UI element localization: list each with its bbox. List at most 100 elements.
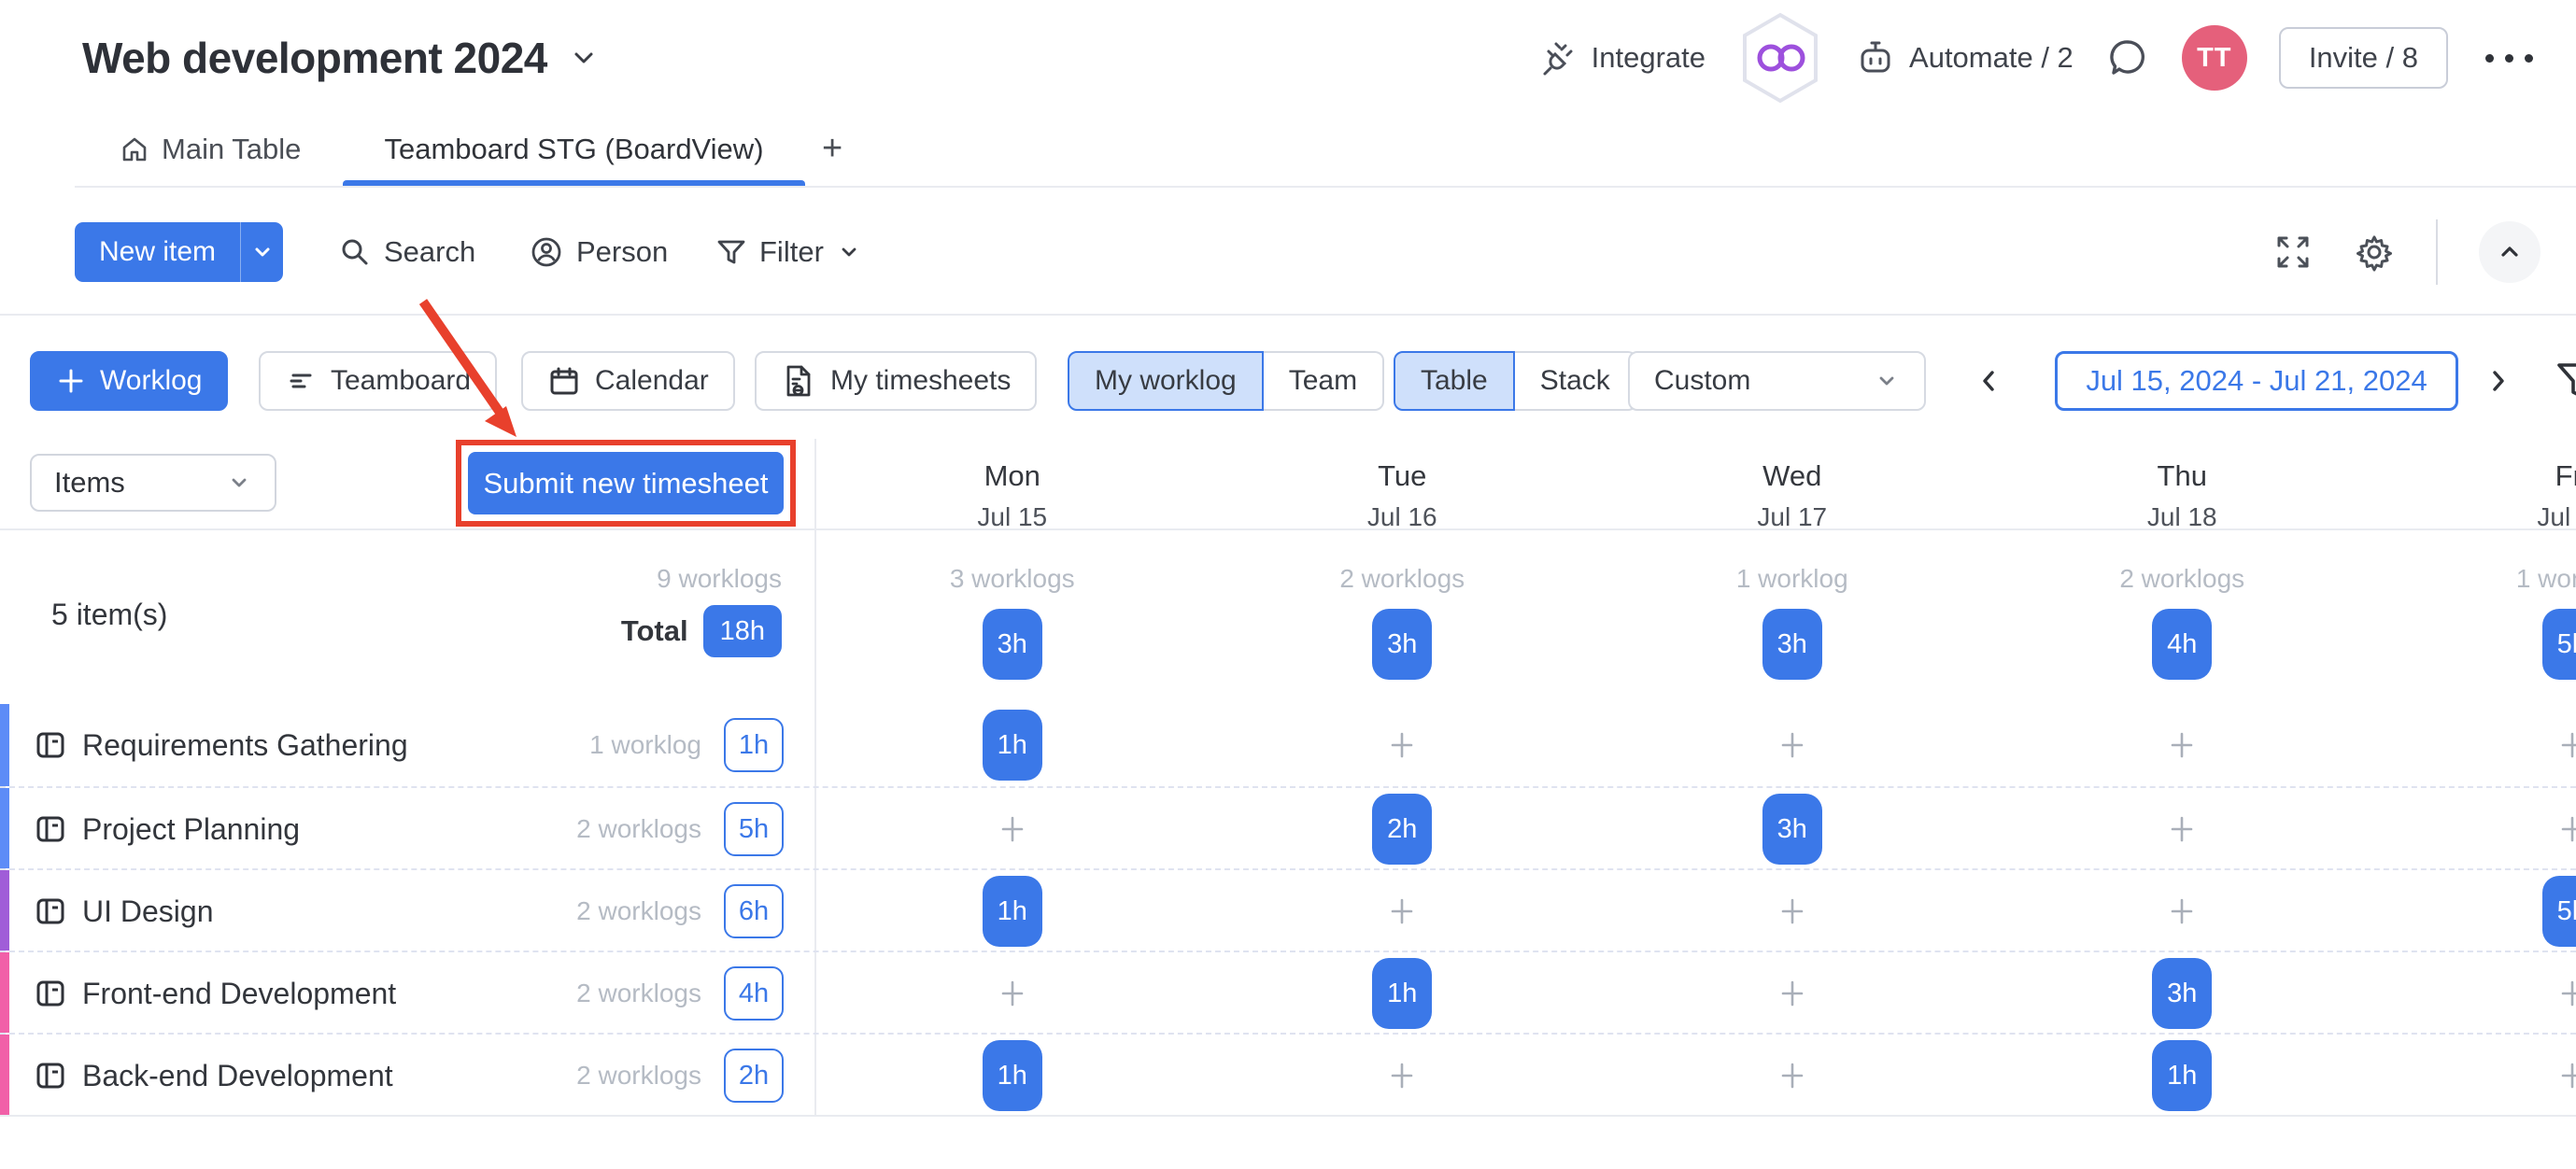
table-row[interactable]: UI Design 2 worklogs 6h 1h 5h [0, 868, 2576, 951]
board-page: Web development 2024 Integrate Automate … [0, 0, 2576, 1169]
person-filter-button[interactable]: Person [529, 222, 668, 282]
worklog-cell[interactable]: 5h [2377, 870, 2576, 952]
table-row[interactable]: Front-end Development 2 worklogs 4h 1h 3… [0, 951, 2576, 1033]
item-total-badge[interactable]: 4h [724, 966, 784, 1021]
item-total-badge[interactable]: 2h [724, 1049, 784, 1103]
add-worklog-icon [2165, 812, 2199, 846]
item-worklog-count: 2 worklogs [576, 1061, 701, 1090]
automate-label: Automate / 2 [1909, 41, 2074, 74]
search-button[interactable]: Search [338, 222, 475, 282]
chevron-up-icon [2501, 246, 2518, 257]
automate-button[interactable]: Automate / 2 [1855, 37, 2074, 78]
add-worklog-button[interactable]: Worklog [30, 351, 229, 411]
item-total-badge[interactable]: 5h [724, 802, 784, 856]
table-row[interactable]: Project Planning 2 worklogs 5h 2h 3h [0, 786, 2576, 868]
worklog-cell[interactable] [1208, 1035, 1598, 1117]
day-total-badge: 5h [2541, 609, 2576, 680]
more-options-icon[interactable] [2480, 53, 2539, 63]
total-hours-badge: 18h [702, 605, 782, 657]
fullscreen-icon[interactable] [2273, 232, 2313, 272]
invite-button[interactable]: Invite / 8 [2278, 27, 2448, 89]
submit-new-timesheet-button[interactable]: Submit new timesheet [468, 452, 784, 514]
item-total-badge[interactable]: 6h [724, 884, 784, 938]
home-icon [120, 134, 149, 164]
worklog-cell[interactable] [2377, 788, 2576, 870]
page-title: Web development 2024 [82, 34, 547, 82]
chat-icon[interactable] [2105, 35, 2150, 80]
toolbar-right [2273, 218, 2541, 286]
day-total-badge: 3h [1762, 609, 1822, 680]
add-worklog-icon [996, 977, 1029, 1010]
my-timesheets-button[interactable]: My timesheets [755, 351, 1038, 411]
worklog-cell[interactable] [1988, 788, 2378, 870]
add-tab-button[interactable]: + [822, 129, 842, 169]
tab-main-table-label: Main Table [162, 133, 302, 165]
item-name[interactable]: Front-end Development [82, 977, 396, 1011]
worklog-cell[interactable]: 1h [1208, 952, 1598, 1035]
worklog-cell[interactable] [1988, 704, 2378, 786]
items-selector[interactable]: Items [30, 454, 276, 512]
item-name[interactable]: Requirements Gathering [82, 728, 408, 763]
new-item-button[interactable]: New item [75, 222, 284, 282]
table-row[interactable]: Requirements Gathering 1 worklog 1h 1h [0, 704, 2576, 786]
worklog-cell[interactable] [1988, 870, 2378, 952]
chevron-down-icon[interactable] [568, 42, 600, 74]
previous-week-button[interactable] [1969, 360, 2010, 401]
worklog-cell[interactable] [1597, 1035, 1988, 1117]
item-name[interactable]: Back-end Development [82, 1059, 393, 1093]
toolbar-bottom-line [0, 314, 2576, 316]
worklog-cell[interactable] [817, 952, 1208, 1035]
item-worklog-count: 2 worklogs [576, 896, 701, 925]
period-select[interactable]: Custom [1628, 351, 1926, 411]
worklog-cell[interactable] [1597, 704, 1988, 786]
worklog-cell[interactable]: 1h [1988, 1035, 2378, 1117]
item-name[interactable]: UI Design [82, 894, 214, 929]
item-total-badge[interactable]: 1h [724, 718, 784, 772]
layout-stack[interactable]: Stack [1514, 351, 1637, 411]
board-title-wrap[interactable]: Web development 2024 [82, 33, 600, 83]
filter-button[interactable]: Filter [715, 222, 862, 282]
worklog-cell[interactable]: 1h [817, 870, 1208, 952]
collapse-header-button[interactable] [2479, 221, 2541, 283]
worklog-cell[interactable]: 1h [817, 704, 1208, 786]
table-row[interactable]: Back-end Development 2 worklogs 2h 1h 1h [0, 1033, 2576, 1115]
item-name[interactable]: Project Planning [82, 812, 300, 847]
scope-my-worklog[interactable]: My worklog [1068, 351, 1264, 411]
avatar[interactable]: TT [2181, 25, 2247, 91]
day-summary: 3 worklogs 3h [817, 530, 1208, 680]
scope-team[interactable]: Team [1263, 351, 1385, 411]
worklog-cell[interactable] [2377, 1035, 2576, 1117]
header-actions: Integrate Automate / 2 TT Invite / 8 [1539, 11, 2539, 105]
new-item-caret[interactable] [240, 222, 283, 282]
chevron-down-icon [1879, 376, 1894, 386]
worklog-cell[interactable] [817, 788, 1208, 870]
date-range-picker[interactable]: Jul 15, 2024 - Jul 21, 2024 [2055, 351, 2458, 411]
tab-main-table[interactable]: Main Table [120, 133, 301, 166]
worklog-cell[interactable]: 1h [817, 1035, 1208, 1117]
worklog-cell[interactable]: 2h [1208, 788, 1598, 870]
worklog-cell[interactable] [2377, 952, 2576, 1035]
next-week-button[interactable] [2477, 360, 2518, 401]
chevron-down-icon [232, 478, 247, 487]
filter-funnel-icon[interactable] [2554, 357, 2576, 405]
avatar-initials: TT [2197, 42, 2232, 73]
worklog-cell[interactable]: 3h [1597, 788, 1988, 870]
integration-badge[interactable] [1737, 11, 1823, 105]
worklog-cell[interactable] [1208, 870, 1598, 952]
tab-board-view[interactable]: Teamboard STG (BoardView) [343, 133, 805, 166]
layout-table[interactable]: Table [1394, 351, 1515, 411]
integrate-button[interactable]: Integrate [1539, 38, 1706, 77]
worklog-cell[interactable] [1208, 704, 1598, 786]
worklog-cell[interactable] [1597, 952, 1988, 1035]
total-label: Total [620, 614, 688, 647]
add-worklog-icon [2555, 1059, 2576, 1092]
calendar-view-button[interactable]: Calendar [521, 351, 735, 411]
settings-gear-icon[interactable] [2354, 232, 2395, 273]
worklog-cell[interactable] [1597, 870, 1988, 952]
worklog-cell[interactable] [2377, 704, 2576, 786]
day-total-badge: 4h [2152, 609, 2213, 680]
item-worklog-count: 2 worklogs [576, 814, 701, 843]
worklog-cell[interactable]: 3h [1988, 952, 2378, 1035]
day-header: Thu Jul 18 [2146, 459, 2217, 531]
teamboard-view-button[interactable]: Teamboard [259, 351, 498, 411]
